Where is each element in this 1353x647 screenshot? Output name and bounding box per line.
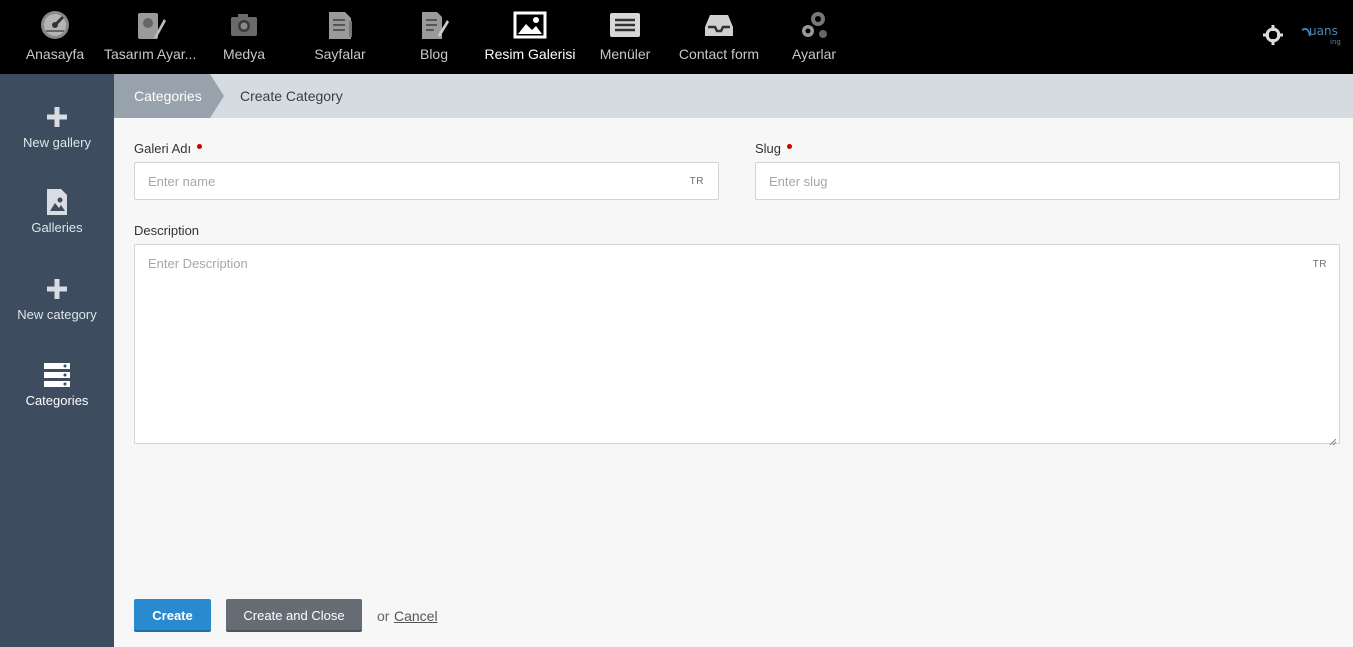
sidebar-item-label: New gallery (23, 135, 91, 150)
sidebar-item-label: New category (17, 307, 97, 322)
sidebar-item-galleries[interactable]: Galleries (0, 187, 114, 267)
nav-item-menuler[interactable]: Menüler (590, 0, 660, 74)
name-label-text: Galeri Adı (134, 141, 192, 156)
nav-label: Sayfalar (314, 46, 366, 62)
crosshair-icon[interactable] (1262, 24, 1284, 46)
picture-icon (513, 8, 547, 42)
nav-item-ayarlar[interactable]: Ayarlar (780, 0, 848, 74)
description-field-label: Description (134, 223, 199, 238)
description-lang-tag: TR (1312, 259, 1327, 270)
nav-label: Ayarlar (791, 46, 837, 62)
cancel-link[interactable]: Cancel (394, 608, 438, 624)
camera-icon (227, 8, 261, 42)
breadcrumb-categories[interactable]: Categories (114, 74, 210, 118)
nav-item-resim-galerisi[interactable]: Resim Galerisi (482, 0, 578, 74)
description-placeholder: Enter Description (148, 256, 248, 271)
name-placeholder: Enter name (148, 174, 216, 189)
inbox-icon (702, 8, 736, 42)
pages-icon (323, 8, 357, 42)
name-lang-tag: TR (689, 176, 704, 187)
top-navigation-bar: Anasayfa Tasarım Ayar... Medya Sayfalar … (0, 0, 1353, 74)
nav-item-tasarim-ayarlari[interactable]: Tasarım Ayar... (104, 0, 196, 74)
nav-item-sayfalar[interactable]: Sayfalar (300, 0, 380, 74)
or-text: or (377, 608, 390, 624)
sidebar-item-new-category[interactable]: New category (0, 274, 114, 354)
sidebar-item-label: Categories (25, 393, 89, 408)
image-file-icon (42, 187, 72, 217)
nav-item-medya[interactable]: Medya (206, 0, 282, 74)
nav-label: Resim Galerisi (484, 46, 576, 62)
nav-item-anasayfa[interactable]: Anasayfa (18, 0, 92, 74)
nav-label: Anasayfa (25, 46, 85, 62)
create-and-close-button[interactable]: Create and Close (226, 599, 362, 632)
slug-field-label: Slug (755, 141, 793, 156)
slug-placeholder: Enter slug (769, 174, 828, 189)
svg-text:ing: ing (1330, 38, 1341, 46)
nav-label: Tasarım Ayar... (104, 46, 197, 62)
name-input[interactable]: Enter name TR (134, 162, 719, 200)
server-list-icon (42, 360, 72, 390)
description-label-text: Description (134, 223, 200, 238)
slug-input[interactable]: Enter slug (755, 162, 1340, 200)
brand-logo: uans ing (1300, 18, 1346, 48)
name-field-label: Galeri Adı (134, 141, 203, 156)
nav-item-contact-form[interactable]: Contact form (672, 0, 766, 74)
plus-icon (42, 102, 72, 132)
blog-edit-icon (417, 8, 451, 42)
nav-label: Menüler (599, 46, 651, 62)
resize-handle-icon[interactable] (1329, 433, 1337, 446)
nav-label: Blog (419, 46, 449, 62)
description-textarea[interactable]: Enter Description TR (134, 244, 1340, 446)
sidebar: New gallery Galleries New category Categ… (0, 74, 114, 647)
menu-list-icon (608, 8, 642, 42)
breadcrumb-create-category: Create Category (240, 88, 343, 104)
gears-icon (797, 8, 831, 42)
breadcrumb: Categories Create Category (114, 74, 1353, 118)
nav-item-blog[interactable]: Blog (398, 0, 470, 74)
design-pencil-icon (133, 8, 167, 42)
speedometer-icon (38, 8, 72, 42)
breadcrumb-arrow (210, 74, 224, 118)
sidebar-item-label: Galleries (31, 220, 83, 235)
required-marker (787, 144, 793, 149)
slug-label-text: Slug (755, 141, 782, 156)
nav-label: Medya (222, 46, 266, 62)
svg-text:uans: uans (1309, 24, 1338, 38)
sidebar-item-categories[interactable]: Categories (0, 360, 114, 440)
nav-label: Contact form (678, 46, 760, 62)
required-marker (197, 144, 203, 149)
plus-icon (42, 274, 72, 304)
create-button[interactable]: Create (134, 599, 211, 632)
sidebar-item-new-gallery[interactable]: New gallery (0, 102, 114, 182)
